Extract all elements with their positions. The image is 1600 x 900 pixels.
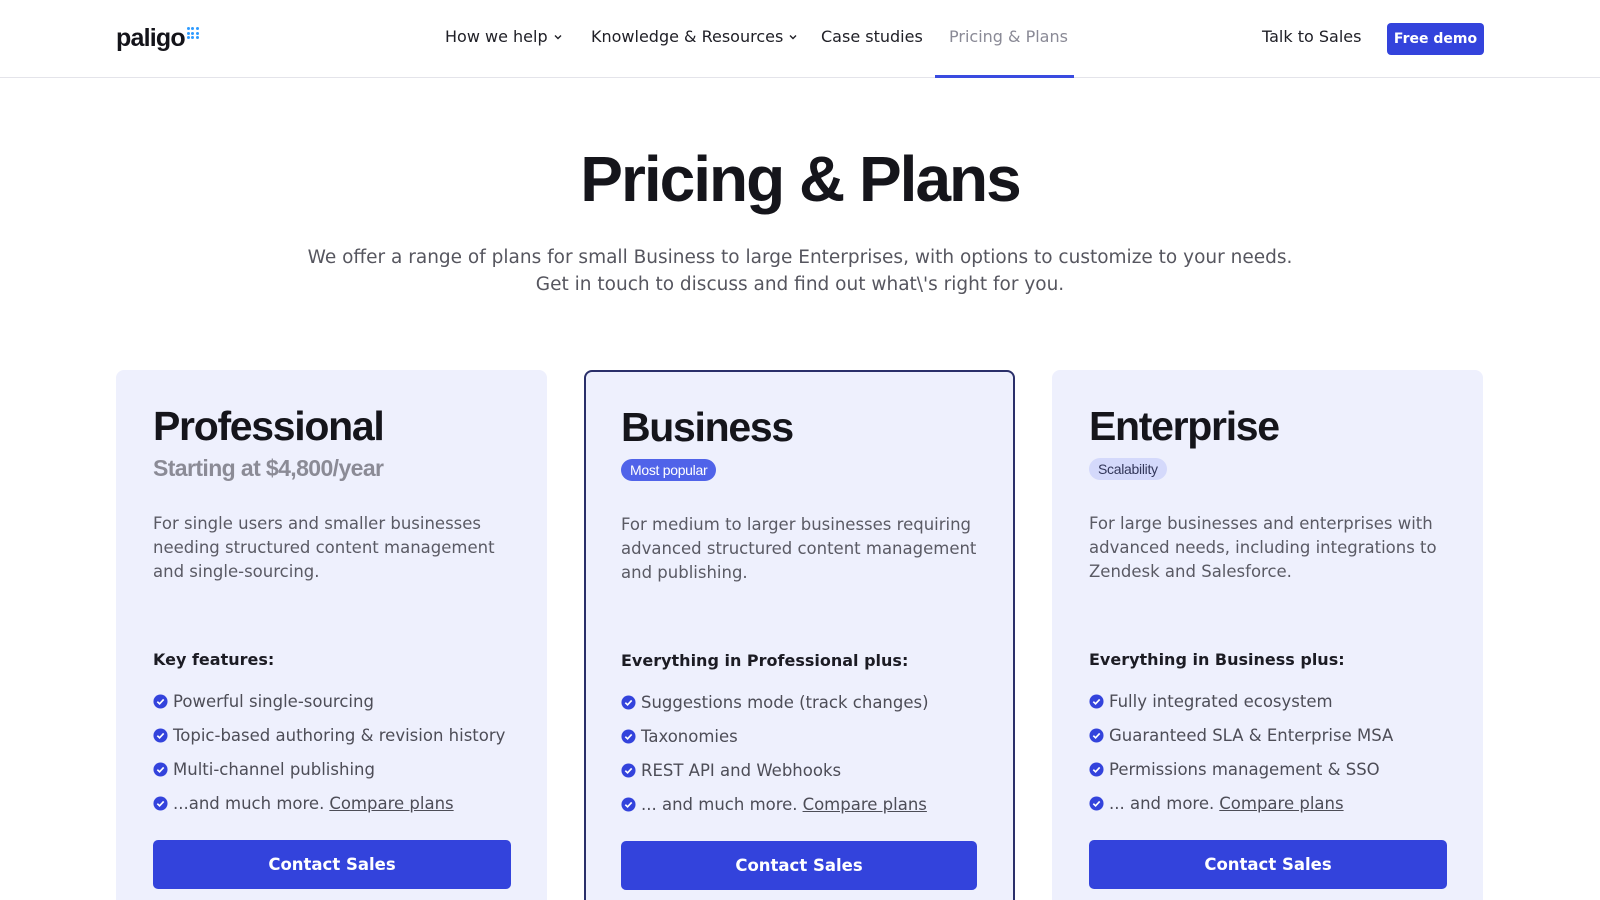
list-item: Powerful single-sourcing xyxy=(153,684,510,718)
features-heading: Everything in Business plus: xyxy=(1089,650,1345,669)
chevron-down-icon xyxy=(789,34,797,39)
feature-text: Topic-based authoring & revision history xyxy=(173,725,506,745)
nav-pricing-plans-label: Pricing & Plans xyxy=(949,27,1068,46)
contact-sales-button[interactable]: Contact Sales xyxy=(1089,840,1447,889)
plan-description: For medium to larger businesses requirin… xyxy=(621,515,977,582)
feature-text: Fully integrated ecosystem xyxy=(1109,691,1333,711)
contact-sales-button[interactable]: Contact Sales xyxy=(621,841,977,890)
check-circle-icon xyxy=(153,693,168,709)
page-subtitle: We offer a range of plans for small Busi… xyxy=(0,244,1600,298)
list-item: Topic-based authoring & revision history xyxy=(153,718,510,752)
check-circle-icon xyxy=(1089,795,1104,811)
list-item: ... and more. Compare plans xyxy=(1089,786,1446,820)
plan-description: For single users and smaller businesses … xyxy=(153,514,495,581)
chevron-down-icon xyxy=(554,34,562,39)
nav-case-studies-label: Case studies xyxy=(821,27,923,46)
plan-card-professional: Professional Starting at $4,800/year For… xyxy=(116,370,547,900)
more-text: ... and more. xyxy=(1109,793,1215,813)
feature-text: Suggestions mode (track changes) xyxy=(641,692,929,712)
nav-how-we-help-label: How we help xyxy=(445,27,548,46)
nav-case-studies[interactable]: Case studies xyxy=(821,27,923,46)
feature-text: Permissions management & SSO xyxy=(1109,759,1380,779)
feature-list: Suggestions mode (track changes) Taxonom… xyxy=(621,685,978,821)
feature-text: Powerful single-sourcing xyxy=(173,691,374,711)
nav-knowledge-resources-label: Knowledge & Resources xyxy=(591,27,784,46)
list-item: REST API and Webhooks xyxy=(621,753,978,787)
list-item: Taxonomies xyxy=(621,719,978,753)
plan-card-enterprise: Enterprise Scalability For large busines… xyxy=(1052,370,1483,900)
list-item: ... and much more. Compare plans xyxy=(621,787,978,821)
subtitle-line-1: We offer a range of plans for small Busi… xyxy=(307,247,1293,268)
list-item: Fully integrated ecosystem xyxy=(1089,684,1446,718)
feature-text: Multi-channel publishing xyxy=(173,759,375,779)
check-circle-icon xyxy=(1089,693,1104,709)
more-text: ...and much more. xyxy=(173,793,325,813)
features-heading: Key features: xyxy=(153,650,275,669)
feature-text: Taxonomies xyxy=(641,726,738,746)
plan-name: Professional xyxy=(153,403,385,449)
paligo-logo[interactable]: paligo xyxy=(116,25,199,51)
feature-text: Guaranteed SLA & Enterprise MSA xyxy=(1109,725,1394,745)
free-demo-button[interactable]: Free demo xyxy=(1387,23,1484,55)
compare-plans-link[interactable]: Compare plans xyxy=(329,794,453,813)
check-circle-icon xyxy=(153,727,168,743)
list-item: ...and much more. Compare plans xyxy=(153,786,510,820)
check-circle-icon xyxy=(621,762,636,778)
check-circle-icon xyxy=(1089,727,1104,743)
more-text: ... and much more. xyxy=(641,794,798,814)
plan-description: For large businesses and enterprises wit… xyxy=(1089,514,1437,581)
nav-how-we-help[interactable]: How we help xyxy=(445,27,563,46)
feature-list: Fully integrated ecosystem Guaranteed SL… xyxy=(1089,684,1446,820)
nav-pricing-plans[interactable]: Pricing & Plans xyxy=(949,27,1068,46)
feature-list: Powerful single-sourcing Topic-based aut… xyxy=(153,684,510,820)
list-item: Multi-channel publishing xyxy=(153,752,510,786)
check-circle-icon xyxy=(1089,761,1104,777)
compare-plans-link[interactable]: Compare plans xyxy=(1219,794,1343,813)
logo-dots-icon xyxy=(186,27,199,39)
list-item: Permissions management & SSO xyxy=(1089,752,1446,786)
plan-name: Enterprise xyxy=(1089,403,1280,449)
check-circle-icon xyxy=(621,728,636,744)
check-circle-icon xyxy=(621,796,636,812)
list-item: Suggestions mode (track changes) xyxy=(621,685,978,719)
compare-plans-link[interactable]: Compare plans xyxy=(803,795,927,814)
plan-card-business: Business Most popular For medium to larg… xyxy=(584,370,1015,900)
plan-price: Starting at $4,800/year xyxy=(153,455,384,481)
talk-to-sales-link[interactable]: Talk to Sales xyxy=(1262,27,1361,46)
list-item: Guaranteed SLA & Enterprise MSA xyxy=(1089,718,1446,752)
feature-text: REST API and Webhooks xyxy=(641,760,842,780)
check-circle-icon xyxy=(621,694,636,710)
page-title: Pricing & Plans xyxy=(580,143,1021,215)
plan-name: Business xyxy=(621,404,794,450)
contact-sales-button[interactable]: Contact Sales xyxy=(153,840,511,889)
check-circle-icon xyxy=(153,795,168,811)
scalability-badge: Scalability xyxy=(1089,458,1167,480)
features-heading: Everything in Professional plus: xyxy=(621,651,909,670)
subtitle-line-2: Get in touch to discuss and find out wha… xyxy=(535,274,1065,295)
nav-knowledge-resources[interactable]: Knowledge & Resources xyxy=(591,27,798,46)
site-header: paligo How we help Knowledge & Resources… xyxy=(0,0,1600,78)
check-circle-icon xyxy=(153,761,168,777)
most-popular-badge: Most popular xyxy=(621,459,717,481)
active-nav-underline xyxy=(935,75,1074,78)
logo-wordmark: paligo xyxy=(116,24,186,52)
